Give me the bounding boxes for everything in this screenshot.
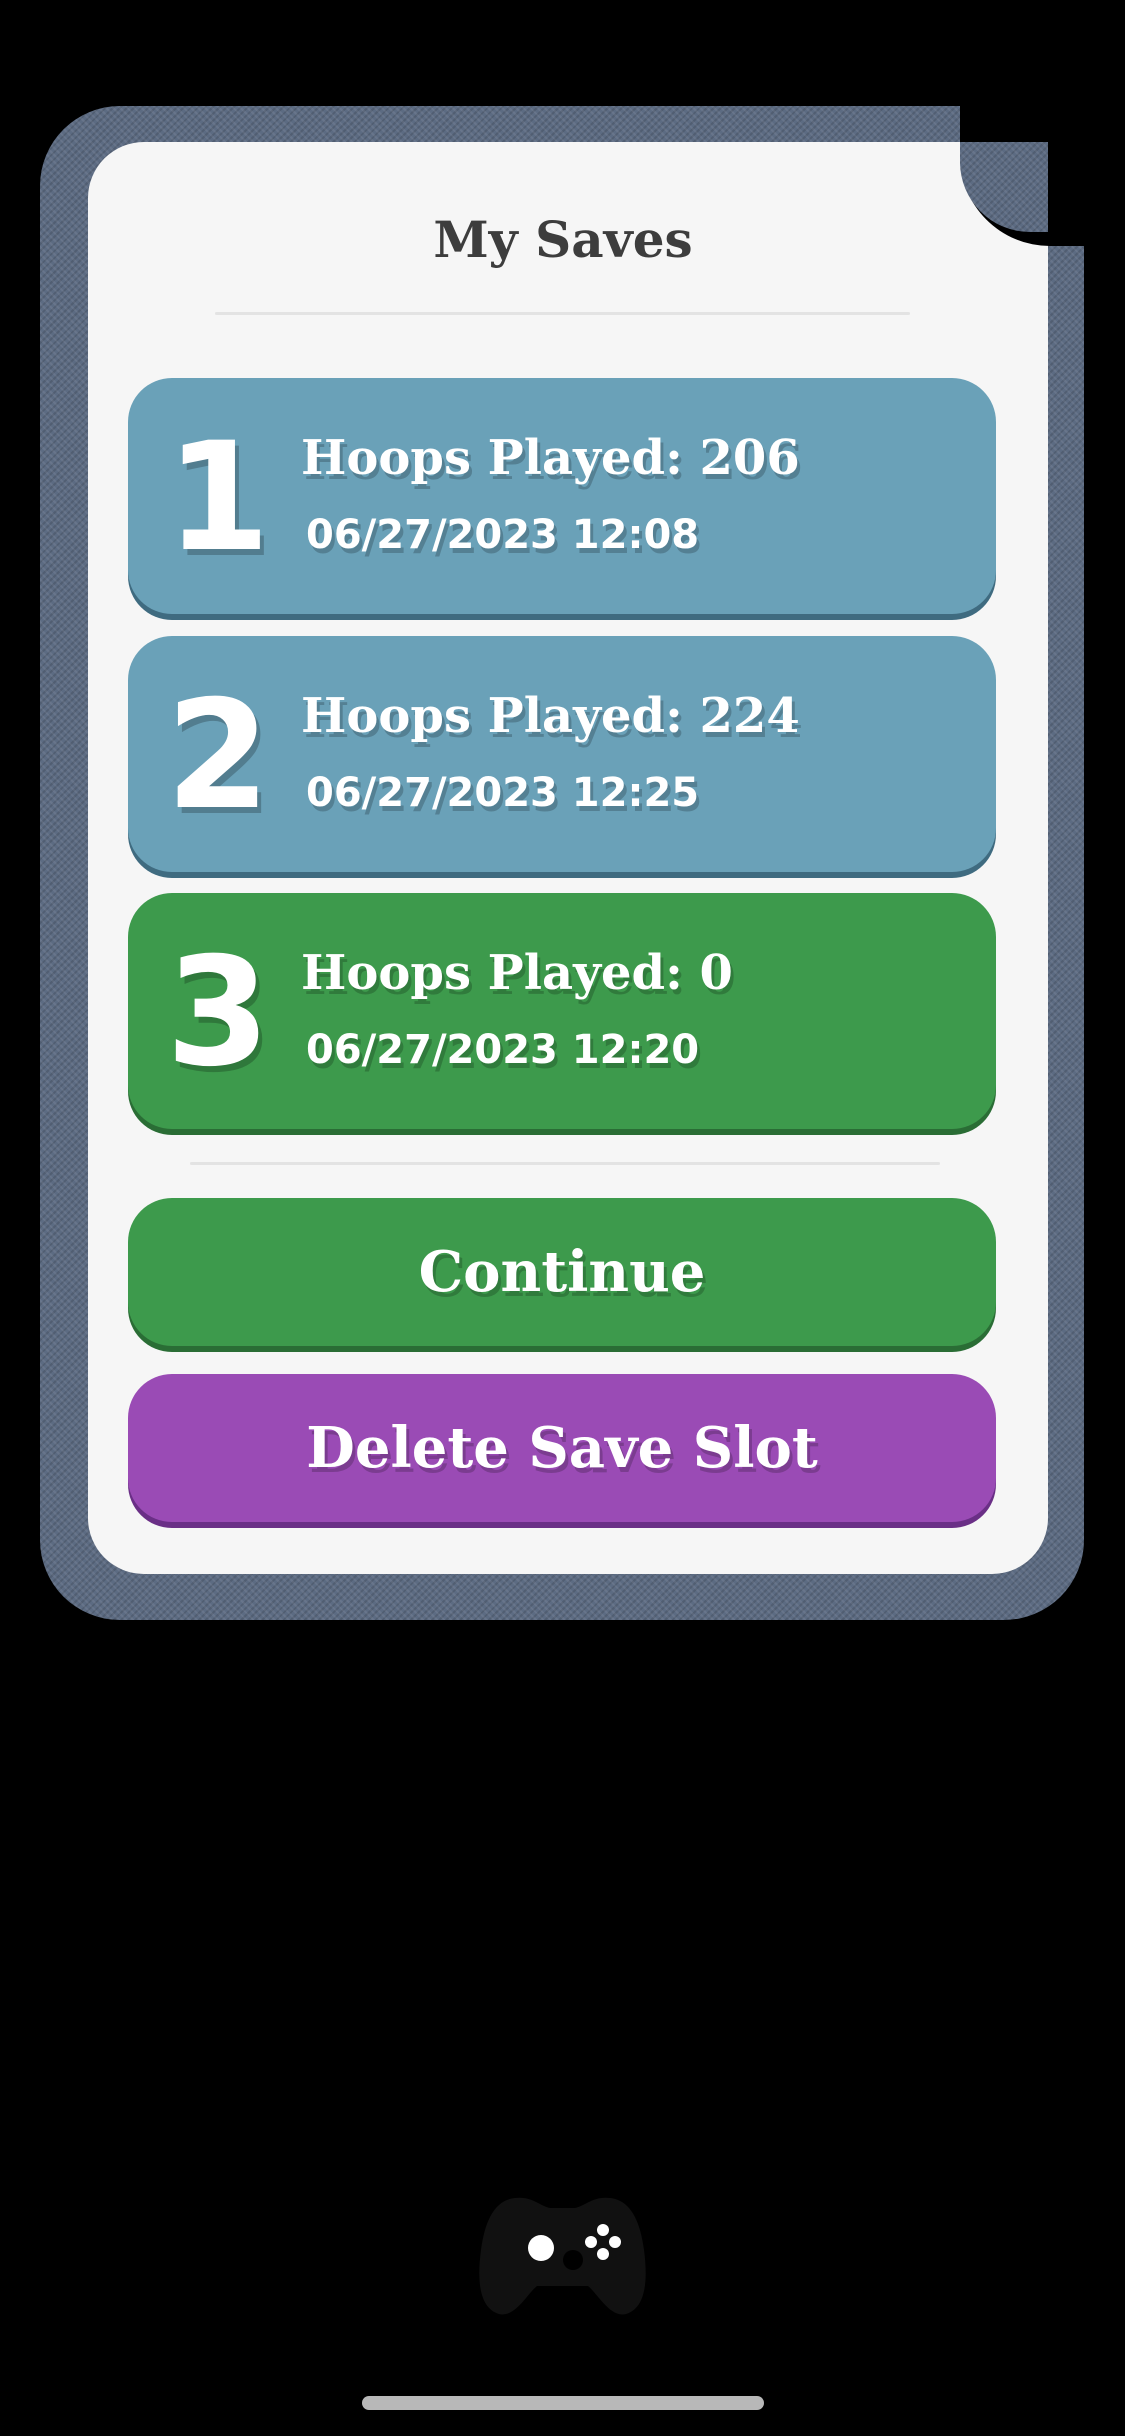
- slot-number: 3: [165, 926, 271, 1100]
- gamepad-icon[interactable]: [475, 2190, 650, 2320]
- slot-number: 2: [165, 669, 271, 843]
- title-divider: [215, 312, 910, 315]
- slot-date: 06/27/2023 12:25: [306, 770, 700, 816]
- slots-divider: [190, 1162, 940, 1165]
- continue-button[interactable]: Continue: [128, 1198, 996, 1346]
- slot-hoops-played: Hoops Played: 206: [301, 430, 800, 486]
- dialog-title: My Saves: [433, 210, 693, 269]
- slot-hoops-played: Hoops Played: 224: [301, 688, 800, 744]
- home-indicator[interactable]: [362, 2396, 764, 2410]
- slot-date: 06/27/2023 12:08: [306, 512, 700, 558]
- delete-save-slot-button[interactable]: Delete Save Slot: [128, 1374, 996, 1522]
- save-slot-2[interactable]: 2 Hoops Played: 224 06/27/2023 12:25: [128, 636, 996, 872]
- save-slot-3[interactable]: 3 Hoops Played: 0 06/27/2023 12:20: [128, 893, 996, 1129]
- slot-number: 1: [165, 411, 271, 585]
- slot-hoops-played: Hoops Played: 0: [301, 945, 733, 1001]
- slot-date: 06/27/2023 12:20: [306, 1027, 700, 1073]
- save-slot-1[interactable]: 1 Hoops Played: 206 06/27/2023 12:08: [128, 378, 996, 614]
